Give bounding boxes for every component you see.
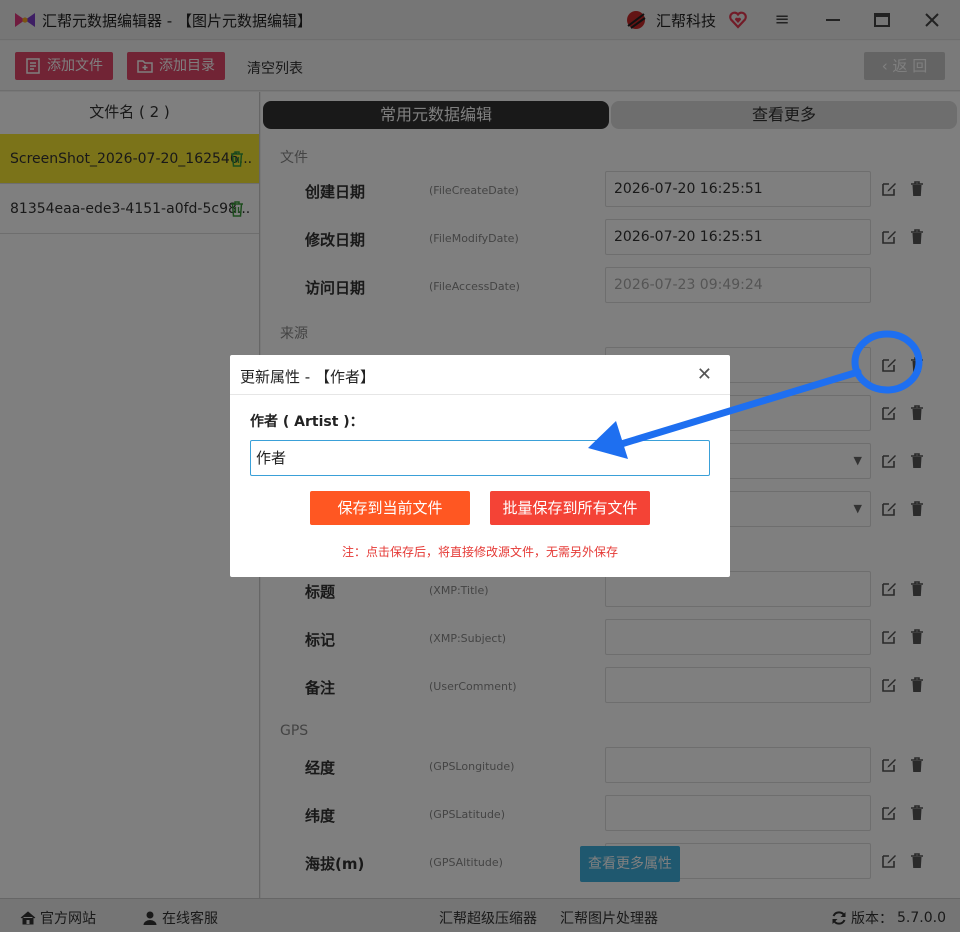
artist-field-label: 作者 ( Artist )： bbox=[250, 414, 364, 430]
dialog-title: 更新属性 - 【作者】 bbox=[240, 368, 375, 386]
artist-input[interactable]: 作者 bbox=[250, 440, 710, 476]
dialog-header: 更新属性 - 【作者】 ✕ bbox=[230, 355, 730, 395]
save-note: 注：点击保存后，将直接修改源文件，无需另外保存 bbox=[341, 545, 618, 559]
save-current-button[interactable]: 保存到当前文件 bbox=[310, 491, 470, 525]
update-attribute-dialog: 更新属性 - 【作者】 ✕ 作者 ( Artist )： 作者 保存到当前文件 … bbox=[230, 355, 730, 577]
close-icon[interactable]: ✕ bbox=[697, 364, 712, 385]
save-all-button[interactable]: 批量保存到所有文件 bbox=[490, 491, 650, 525]
